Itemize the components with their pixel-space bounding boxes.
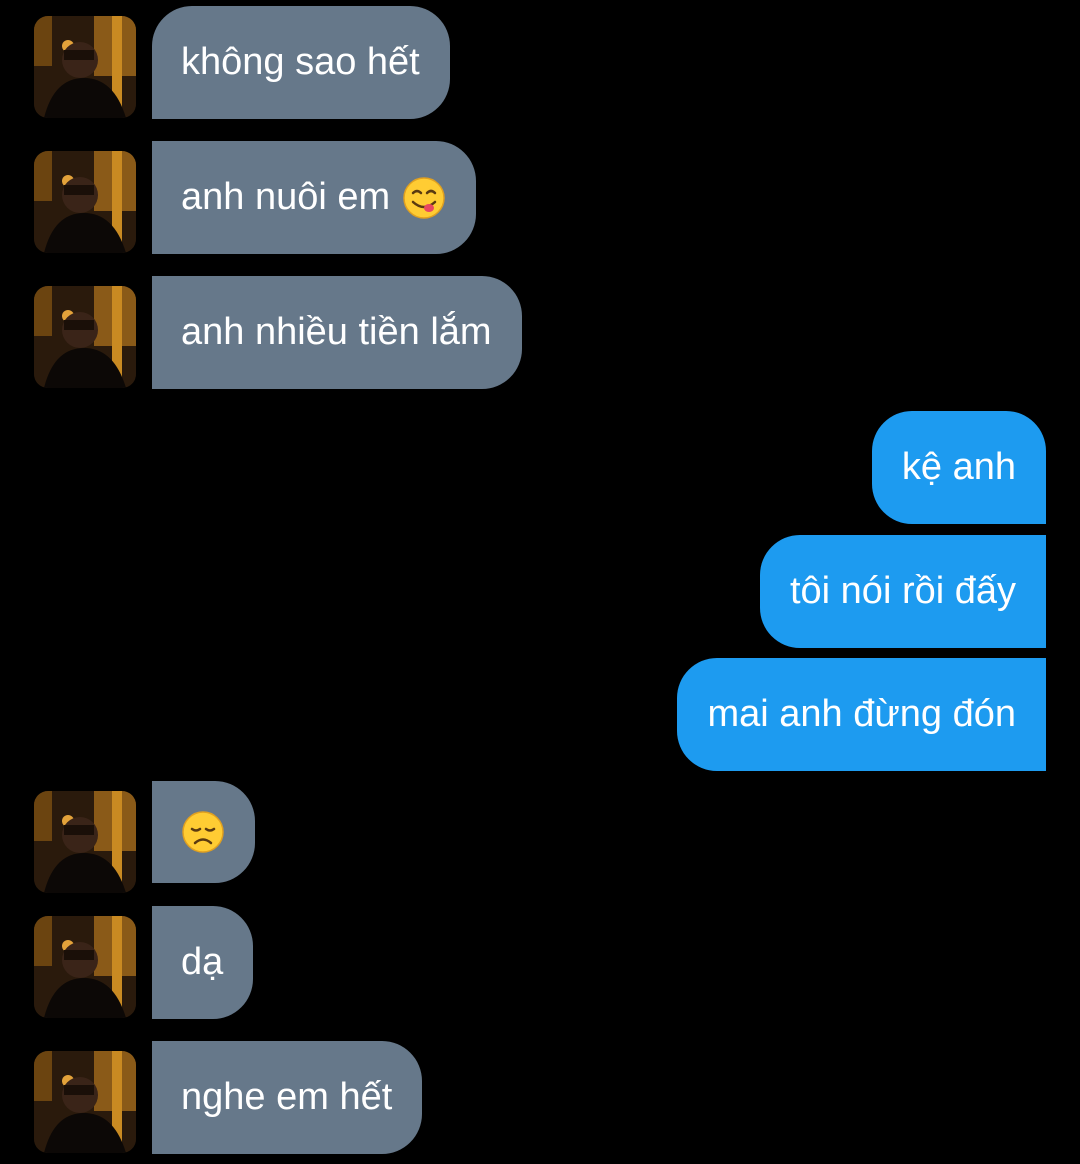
avatar-photo	[34, 1051, 136, 1153]
incoming-message-bubble[interactable]: nghe em hết	[152, 1041, 423, 1154]
incoming-message-bubble[interactable]: dạ	[152, 906, 254, 1019]
avatar[interactable]	[34, 286, 136, 388]
message-text: tôi nói rồi đấy	[789, 570, 1016, 612]
avatar[interactable]	[34, 1051, 136, 1153]
incoming-message-bubble[interactable]	[152, 781, 255, 883]
incoming-message-bubble[interactable]: không sao hết	[152, 6, 450, 119]
message-text: kệ anh	[901, 446, 1016, 488]
outgoing-message-bubble[interactable]: mai anh đừng đón	[677, 658, 1046, 771]
avatar[interactable]	[34, 916, 136, 1018]
yum-face-emoji-icon	[402, 176, 446, 220]
message-row-incoming: không sao hết	[0, 6, 1080, 119]
message-text: anh nuôi em	[181, 176, 391, 218]
message-text: anh nhiều tiền lắm	[181, 311, 492, 353]
message-row-incoming: dạ	[0, 906, 1080, 1019]
incoming-message-bubble[interactable]: anh nhiều tiền lắm	[152, 276, 522, 389]
disappointed-face-emoji-icon	[181, 810, 225, 854]
message-row-incoming: anh nuôi em	[0, 141, 1080, 254]
message-text: dạ	[181, 941, 224, 983]
message-row-outgoing: kệ anh	[0, 411, 1080, 524]
message-thread: không sao hết anh nuôi em anh nhiều tiền…	[0, 0, 1080, 1164]
message-text: nghe em hết	[181, 1076, 393, 1118]
avatar[interactable]	[34, 791, 136, 893]
message-row-outgoing: tôi nói rồi đấy	[0, 535, 1080, 648]
avatar[interactable]	[34, 151, 136, 253]
message-row-incoming: anh nhiều tiền lắm	[0, 276, 1080, 389]
message-text: không sao hết	[181, 41, 420, 83]
message-row-incoming	[0, 781, 1080, 894]
outgoing-message-bubble[interactable]: kệ anh	[871, 411, 1046, 524]
avatar-photo	[34, 286, 136, 388]
incoming-message-bubble[interactable]: anh nuôi em	[152, 141, 477, 254]
avatar-photo	[34, 16, 136, 118]
avatar-photo	[34, 791, 136, 893]
outgoing-message-bubble[interactable]: tôi nói rồi đấy	[759, 535, 1046, 648]
avatar[interactable]	[34, 16, 136, 118]
avatar-photo	[34, 916, 136, 1018]
avatar-photo	[34, 151, 136, 253]
message-row-incoming: nghe em hết	[0, 1041, 1080, 1154]
message-text: mai anh đừng đón	[707, 693, 1016, 735]
message-row-outgoing: mai anh đừng đón	[0, 658, 1080, 771]
